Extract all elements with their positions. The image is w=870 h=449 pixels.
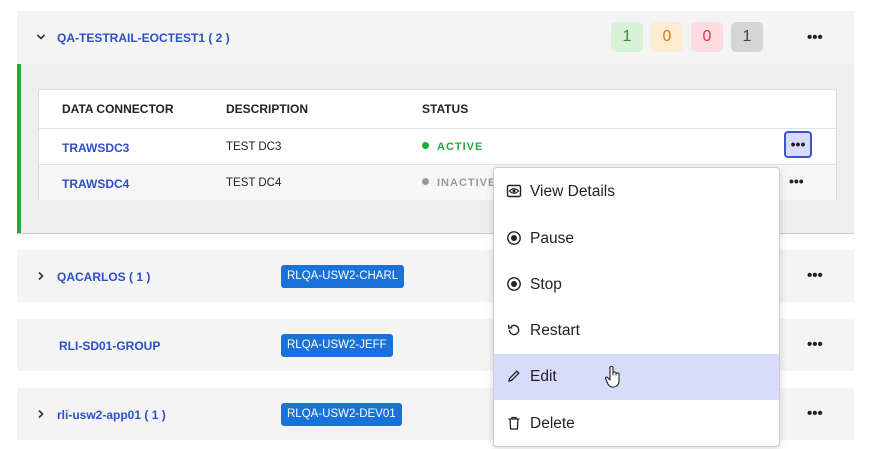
column-header-description: DESCRIPTION xyxy=(226,102,309,116)
menu-item-delete[interactable]: Delete xyxy=(494,401,779,447)
chevron-right-icon[interactable] xyxy=(36,271,46,281)
connector-description: TEST DC3 xyxy=(226,141,282,153)
radio-pause-icon xyxy=(507,231,521,245)
status-badge: ACTIVE xyxy=(422,141,483,153)
count-badge-green: 1 xyxy=(611,22,643,52)
trash-icon xyxy=(508,416,520,430)
more-options-icon[interactable]: ••• xyxy=(807,268,823,283)
status-dot-icon xyxy=(422,142,429,149)
menu-item-label: Stop xyxy=(530,276,562,293)
connector-link[interactable]: TRAWSDC4 xyxy=(62,177,129,191)
more-options-icon[interactable]: ••• xyxy=(807,337,823,352)
menu-item-label: Pause xyxy=(530,230,574,247)
status-text: INACTIVE xyxy=(437,177,497,189)
more-options-icon[interactable]: ••• xyxy=(807,406,823,421)
menu-item-label: Edit xyxy=(530,368,557,385)
count-badge-orange: 0 xyxy=(651,22,683,52)
menu-item-label: Delete xyxy=(530,415,575,432)
cluster-tag: RLQA-USW2-JEFF xyxy=(281,334,393,357)
connector-link[interactable]: TRAWSDC3 xyxy=(62,141,129,155)
table-row: TRAWSDC3 TEST DC3 ACTIVE ••• xyxy=(39,128,836,164)
connector-description: TEST DC4 xyxy=(226,177,282,189)
column-header-connector: DATA CONNECTOR xyxy=(62,102,174,116)
hand-cursor-icon xyxy=(604,365,620,388)
radio-stop-icon xyxy=(507,277,521,291)
group-name[interactable]: QA-TESTRAIL-EOCTEST1 ( 2 ) xyxy=(57,31,230,45)
group-name[interactable]: RLI-SD01-GROUP xyxy=(59,339,160,353)
more-options-icon[interactable]: ••• xyxy=(807,30,823,45)
menu-item-edit[interactable]: Edit xyxy=(494,354,779,400)
eye-icon xyxy=(506,184,522,198)
status-dot-icon xyxy=(422,178,429,185)
menu-item-stop[interactable]: Stop xyxy=(494,262,779,308)
chevron-down-icon[interactable] xyxy=(36,32,46,42)
more-options-icon[interactable]: ••• xyxy=(789,174,804,188)
row-more-button[interactable]: ••• xyxy=(784,131,812,158)
row-actions-menu: View Details Pause Stop Restart Edit Del… xyxy=(493,167,780,447)
restart-icon xyxy=(507,324,520,336)
menu-item-view-details[interactable]: View Details xyxy=(494,169,779,215)
group-header-qa-testrail[interactable]: QA-TESTRAIL-EOCTEST1 ( 2 ) 1 0 0 1 ••• xyxy=(17,11,854,64)
menu-item-label: Restart xyxy=(530,322,580,339)
cluster-tag: RLQA-USW2-DEV01 xyxy=(281,403,402,426)
cluster-tag: RLQA-USW2-CHARL xyxy=(281,265,405,288)
group-name[interactable]: rli-usw2-app01 ( 1 ) xyxy=(57,408,166,422)
menu-item-pause[interactable]: Pause xyxy=(494,216,779,262)
menu-item-label: View Details xyxy=(530,183,616,200)
active-accent-bar xyxy=(17,64,21,233)
column-header-status: STATUS xyxy=(422,102,469,116)
more-options-icon: ••• xyxy=(790,136,806,152)
chevron-right-icon[interactable] xyxy=(36,409,46,419)
status-text: ACTIVE xyxy=(437,141,484,153)
count-badge-gray: 1 xyxy=(731,22,763,52)
status-badge: INACTIVE xyxy=(422,177,496,189)
menu-item-restart[interactable]: Restart xyxy=(494,308,779,354)
group-name[interactable]: QACARLOS ( 1 ) xyxy=(57,270,150,284)
count-badge-red: 0 xyxy=(691,22,723,52)
pencil-icon xyxy=(508,370,520,382)
